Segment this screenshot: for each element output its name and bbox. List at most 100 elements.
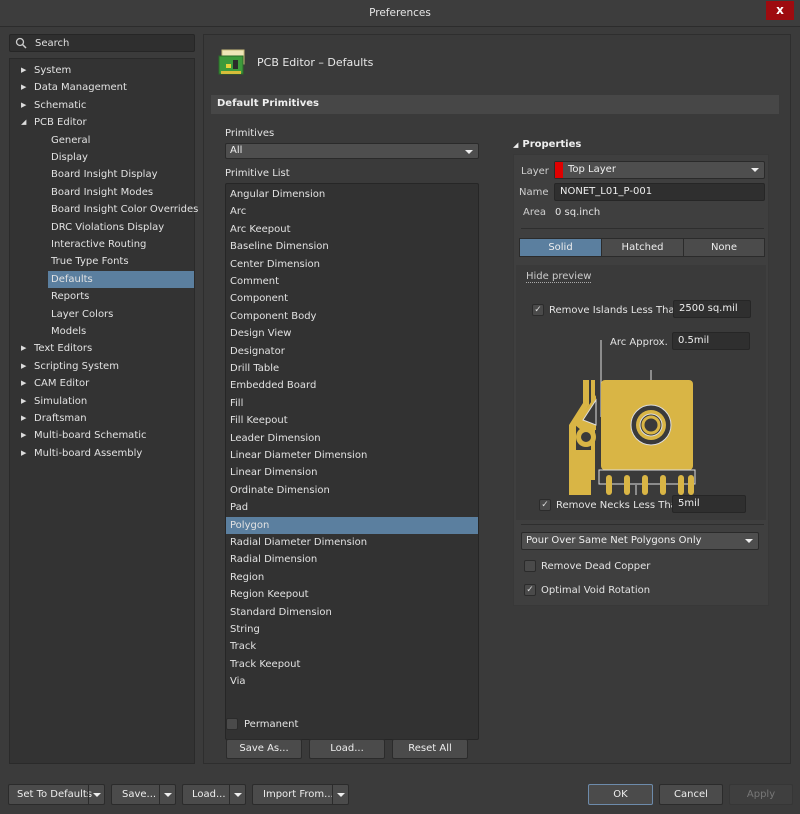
remove-dead-copper-checkbox[interactable] bbox=[524, 560, 536, 572]
load-button-footer[interactable]: Load... bbox=[182, 784, 246, 805]
tree-item[interactable]: ▶ Scripting System bbox=[10, 358, 194, 375]
primitive-list-item[interactable]: Comment bbox=[226, 273, 478, 290]
remove-necks-value: 5mil bbox=[678, 498, 700, 509]
tree-item[interactable]: ▶ Text Editors bbox=[10, 340, 194, 357]
save-as-button[interactable]: Save As... bbox=[226, 739, 302, 759]
save-button[interactable]: Save... bbox=[111, 784, 176, 805]
tree-item[interactable]: Display bbox=[10, 149, 194, 166]
ok-button[interactable]: OK bbox=[588, 784, 653, 805]
fill-mode-solid[interactable]: Solid bbox=[519, 238, 602, 257]
primitive-list-item[interactable]: Via bbox=[226, 673, 478, 690]
remove-islands-field[interactable]: 2500 sq.mil bbox=[673, 300, 751, 318]
tree-item[interactable]: ▶ Simulation bbox=[10, 393, 194, 410]
tree-item[interactable]: ▶ Multi-board Assembly bbox=[10, 445, 194, 462]
cancel-button[interactable]: Cancel bbox=[659, 784, 723, 805]
optimal-void-rotation-checkbox[interactable]: ✓ bbox=[524, 584, 536, 596]
collapsed-arrow-icon[interactable]: ▶ bbox=[21, 410, 26, 427]
hide-preview-link[interactable]: Hide preview bbox=[526, 271, 592, 283]
apply-button[interactable]: Apply bbox=[729, 784, 793, 805]
tree-item[interactable]: Models bbox=[10, 323, 194, 340]
tree-item[interactable]: ▶ Schematic bbox=[10, 97, 194, 114]
collapsed-arrow-icon[interactable]: ▶ bbox=[21, 79, 26, 96]
tree-item[interactable]: ▶ Data Management bbox=[10, 79, 194, 96]
primitive-list-item[interactable]: Arc bbox=[226, 203, 478, 220]
primitive-list-item[interactable]: Linear Diameter Dimension bbox=[226, 447, 478, 464]
primitive-list-item[interactable]: Standard Dimension bbox=[226, 604, 478, 621]
primitive-list-item[interactable]: Pad bbox=[226, 499, 478, 516]
close-button[interactable]: x bbox=[766, 1, 794, 20]
collapsed-arrow-icon[interactable]: ▶ bbox=[21, 427, 26, 444]
primitive-list-item[interactable]: Leader Dimension bbox=[226, 430, 478, 447]
name-field[interactable]: NONET_L01_P-001 bbox=[554, 183, 765, 201]
remove-islands-checkbox[interactable]: ✓ bbox=[532, 304, 544, 316]
chevron-down-icon[interactable] bbox=[159, 785, 175, 804]
primitive-list-item[interactable]: Baseline Dimension bbox=[226, 238, 478, 255]
tree-item[interactable]: ▶ CAM Editor bbox=[10, 375, 194, 392]
expanded-arrow-icon[interactable]: ◢ bbox=[21, 114, 26, 131]
primitive-list-item[interactable]: Region bbox=[226, 569, 478, 586]
collapsed-arrow-icon[interactable]: ▶ bbox=[21, 340, 26, 357]
tree-item[interactable]: Defaults bbox=[48, 270, 194, 288]
reset-all-button[interactable]: Reset All bbox=[392, 739, 468, 759]
load-button[interactable]: Load... bbox=[309, 739, 385, 759]
primitive-list-item[interactable]: Fill bbox=[226, 395, 478, 412]
collapsed-arrow-icon[interactable]: ▶ bbox=[21, 393, 26, 410]
collapsed-arrow-icon[interactable]: ▶ bbox=[21, 358, 26, 375]
primitive-list-item[interactable]: Design View bbox=[226, 325, 478, 342]
pour-over-dropdown[interactable]: Pour Over Same Net Polygons Only bbox=[521, 532, 759, 550]
chevron-down-icon[interactable] bbox=[88, 785, 104, 804]
primitive-list-item[interactable]: Arc Keepout bbox=[226, 221, 478, 238]
tree-item[interactable]: General bbox=[10, 132, 194, 149]
tree-item[interactable]: Layer Colors bbox=[10, 306, 194, 323]
set-to-defaults-button[interactable]: Set To Defaults bbox=[8, 784, 105, 805]
primitive-list-item[interactable]: Linear Dimension bbox=[226, 464, 478, 481]
tree-item[interactable]: Interactive Routing bbox=[10, 236, 194, 253]
primitive-list-item[interactable]: Component bbox=[226, 290, 478, 307]
primitive-list-item[interactable]: Region Keepout bbox=[226, 586, 478, 603]
collapsed-arrow-icon[interactable]: ▶ bbox=[21, 445, 26, 462]
tree-item[interactable]: ▶ System bbox=[10, 62, 194, 79]
fill-mode-hatched[interactable]: Hatched bbox=[601, 238, 684, 257]
tree-item[interactable]: DRC Violations Display bbox=[10, 219, 194, 236]
tree-item[interactable]: Board Insight Modes bbox=[10, 184, 194, 201]
primitive-list-item[interactable]: String bbox=[226, 621, 478, 638]
primitive-list-item[interactable]: Track bbox=[226, 638, 478, 655]
collapsed-arrow-icon[interactable]: ▶ bbox=[21, 375, 26, 392]
tree-item[interactable]: ▶ Multi-board Schematic bbox=[10, 427, 194, 444]
primitive-list-item[interactable]: Radial Dimension bbox=[226, 551, 478, 568]
tree-item[interactable]: True Type Fonts bbox=[10, 253, 194, 270]
primitive-list-item[interactable]: Fill Keepout bbox=[226, 412, 478, 429]
remove-necks-checkbox[interactable]: ✓ bbox=[539, 499, 551, 511]
tree-item[interactable]: ▶ Draftsman bbox=[10, 410, 194, 427]
permanent-checkbox[interactable] bbox=[226, 718, 238, 730]
tree-item[interactable]: Board Insight Display bbox=[10, 166, 194, 183]
tree-item[interactable]: Board Insight Color Overrides bbox=[10, 201, 198, 218]
tree-item-label: Defaults bbox=[51, 273, 93, 285]
chevron-down-icon[interactable] bbox=[332, 785, 348, 804]
primitive-list-item[interactable]: Component Body bbox=[226, 308, 478, 325]
primitive-list-item[interactable]: Drill Table bbox=[226, 360, 478, 377]
fill-mode-none[interactable]: None bbox=[683, 238, 765, 257]
primitive-list-item[interactable]: Track Keepout bbox=[226, 656, 478, 673]
primitive-list-item[interactable]: Designator bbox=[226, 343, 478, 360]
primitive-list-item[interactable]: Embedded Board bbox=[226, 377, 478, 394]
collapsed-arrow-icon[interactable]: ▶ bbox=[21, 97, 26, 114]
layer-dropdown[interactable]: Top Layer bbox=[554, 161, 765, 179]
properties-header[interactable]: ◢ Properties bbox=[513, 139, 581, 150]
remove-necks-field[interactable]: 5mil bbox=[672, 495, 746, 513]
primitives-dropdown[interactable]: All bbox=[225, 143, 479, 159]
collapsed-arrow-icon[interactable]: ▶ bbox=[21, 62, 26, 79]
divider bbox=[521, 524, 764, 525]
primitive-list[interactable]: Angular Dimension Arc Arc Keepout Baseline … bbox=[225, 183, 479, 740]
remove-islands-label: Remove Islands Less Than bbox=[549, 305, 681, 316]
tree-item[interactable]: Reports bbox=[10, 288, 194, 305]
primitive-list-item[interactable]: Angular Dimension bbox=[226, 186, 478, 203]
import-from-button[interactable]: Import From... bbox=[252, 784, 349, 805]
primitive-list-item[interactable]: Center Dimension bbox=[226, 256, 478, 273]
primitive-list-item[interactable]: Radial Diameter Dimension bbox=[226, 534, 478, 551]
primitive-list-item[interactable]: Polygon bbox=[226, 516, 478, 534]
tree-item[interactable]: ◢ PCB Editor bbox=[10, 114, 194, 131]
chevron-down-icon[interactable] bbox=[229, 785, 245, 804]
search-input[interactable]: Search bbox=[9, 34, 195, 52]
primitive-list-item[interactable]: Ordinate Dimension bbox=[226, 482, 478, 499]
